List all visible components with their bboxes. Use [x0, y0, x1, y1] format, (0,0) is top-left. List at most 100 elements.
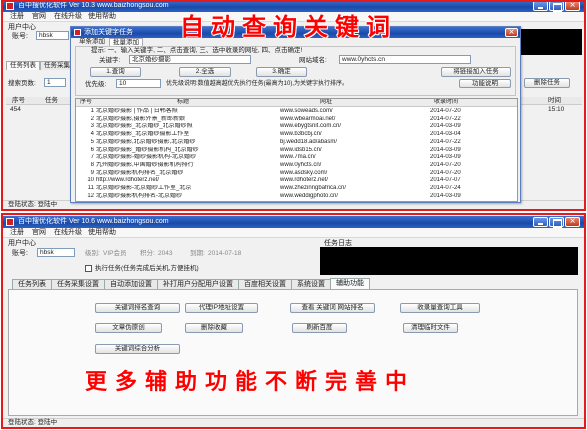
query-button[interactable]: 1.查询 [90, 67, 141, 77]
priority-description: 优先级说明:数值越高越优先执行任务(最高为10),为关键字执行排序。 [166, 81, 349, 87]
add-link-to-task-button[interactable]: 将链接加入任务 [441, 67, 511, 77]
row-title: 北京婚纱摄影 | 作品 | 日韩客照 [96, 108, 178, 114]
index-query-tool-button[interactable]: 收录量查询工具 [400, 303, 480, 313]
clear-temp-files-button[interactable]: 清理临时文件 [403, 323, 458, 333]
row-date: 2014-03-04 [430, 131, 461, 138]
article-rewrite-button[interactable]: 文章伪原创 [95, 323, 162, 333]
task-number: 454 [10, 106, 21, 113]
row-date: 2014-07-20 [430, 108, 461, 114]
row-number: 8 [90, 161, 94, 168]
row-title: 北京婚纱摄影_婚纱摄影机构_北京婚纱 [96, 146, 199, 153]
table-row[interactable]: 8 九州婚纱摄影,中国婚纱摄影机构排行 www.0yhcts.cn/ 2014-… [76, 162, 517, 170]
row-number: 3 [90, 123, 94, 130]
app-icon [6, 2, 14, 10]
close-icon[interactable] [565, 1, 580, 11]
delete-favorites-button[interactable]: 删除收藏 [185, 323, 243, 333]
menu-item-update[interactable]: 在线升级 [54, 228, 82, 238]
close-icon[interactable] [565, 217, 580, 227]
table-row[interactable]: 6 北京婚纱摄影_婚纱摄影机构_北京婚纱 www.idsb15.cn/ 2014… [76, 147, 517, 155]
row-number: 10 [87, 177, 94, 184]
help-button[interactable]: 功能说明 [459, 79, 511, 88]
account-input[interactable]: hbsk [37, 248, 75, 257]
row-title: 北京婚纱摄影机构排名-北京婚纱 [96, 192, 182, 199]
points-value: 2043 [158, 250, 173, 257]
select-all-button[interactable]: 2.全选 [179, 67, 231, 77]
row-url: www.asdsky.com/ [280, 169, 328, 176]
confirm-button[interactable]: 3.确定 [256, 67, 307, 77]
row-date: 2014-03-09 [430, 123, 461, 130]
table-row[interactable]: 9 北京婚纱摄影机构排名_北京婚纱 www.asdsky.com/ 2014-0… [76, 170, 517, 178]
table-row[interactable]: 1 北京婚纱摄影 | 作品 | 日韩客照 www.soweads.com/ 20… [76, 108, 517, 116]
table-row[interactable]: 12 北京婚纱摄影机构排名-北京婚纱 www.weddigphoto.cn/ 2… [76, 193, 517, 201]
keyword-input[interactable]: 北京婚纱摄影 [129, 55, 251, 64]
tab-auto-add-settings[interactable]: 自动添加设置 [104, 279, 158, 289]
menu-item-update[interactable]: 在线升级 [54, 12, 82, 22]
row-title: http://www.rdhoterz.net/ [96, 177, 160, 184]
row-url: www.b3bcbj.cn/ [280, 131, 322, 138]
row-title: 北京婚纱摄影,北京婚纱摄影,北京婚纱 [96, 138, 196, 145]
dialog-title: 添加关键字任务 [84, 29, 133, 36]
keyword-analysis-button[interactable]: 关键词综合分析 [95, 344, 180, 354]
menu-item-website[interactable]: 官网 [32, 12, 46, 22]
tab-baidu-settings[interactable]: 百度相关设置 [238, 279, 292, 289]
table-row[interactable]: 3 北京婚纱摄影_北京婚纱_北京婚纱照 www.ebygtsnit.com.cn… [76, 123, 517, 131]
minimize-icon[interactable] [533, 217, 548, 227]
expire-label: 到期: [190, 250, 205, 257]
tab-task-list[interactable]: 任务列表 [12, 279, 52, 289]
table-row[interactable]: 11 北京婚纱摄影-北京婚纱工作室_北京 www.zhezinngbafrica… [76, 185, 517, 193]
site-rank-button[interactable]: 查看 关键词 网站排名 [290, 303, 375, 313]
column-header-time: 时间 [548, 97, 561, 104]
menu-item-register[interactable]: 注册 [10, 12, 24, 22]
add-keyword-task-dialog: 添加关键字任务 单条添加 批量添加 提示: 一、输入关键字, 二、点击查询, 三… [70, 26, 521, 203]
row-number: 7 [90, 154, 94, 161]
tab-user-assign-settings[interactable]: 补打用户分配用户设置 [157, 279, 239, 289]
status-bar: 登陆状态: 登陆中 [3, 418, 584, 427]
window-title: 百中搜优化软件 Ver 10.3 www.baizhongsou.com [18, 2, 169, 9]
result-table: 序号 标题 网址 收录时间 1 北京婚纱摄影 | 作品 | 日韩客照 www.s… [75, 98, 518, 202]
row-title: 北京婚纱摄影,摄影外景_新郎新娘 [96, 115, 186, 122]
row-date: 2014-07-24 [430, 185, 461, 191]
tab-task-list[interactable]: 任务列表 [6, 61, 40, 70]
menu-item-help[interactable]: 使用帮助 [88, 228, 116, 238]
login-status: 登陆状态: 登陆中 [8, 419, 58, 426]
row-title: 九州婚纱摄影,中国婚纱摄影机构排行 [96, 161, 194, 168]
row-date: 2014-03-09 [430, 154, 461, 161]
user-center-label: 用户中心 [8, 240, 36, 247]
bottom-screenshot: 百中搜优化软件 Ver 10.6 www.baizhongsou.com 注册 … [0, 213, 587, 430]
table-row[interactable]: 4 北京婚纱摄影_北京婚纱摄影工作室 www.b3bcbj.cn/ 2014-0… [76, 131, 517, 139]
tab-task-collect-settings[interactable]: 任务采集设置 [51, 279, 105, 289]
tab-system-settings[interactable]: 系统设置 [291, 279, 331, 289]
priority-input[interactable]: 10 [116, 79, 161, 88]
delete-task-button[interactable]: 删除任务 [524, 78, 570, 88]
domain-input[interactable]: www.0yhcts.cn [339, 55, 471, 64]
account-label: 账号: [12, 33, 28, 40]
points-label: 积分: [140, 250, 155, 257]
close-icon[interactable] [505, 28, 518, 38]
proxy-ip-settings-button[interactable]: 代理IP地址设置 [185, 303, 258, 313]
table-row[interactable]: 10 http://www.rdhoterz.net/ www.rdhoterz… [76, 177, 517, 185]
table-row[interactable]: 2 北京婚纱摄影,摄影外景_新郎新娘 www.wbearmoai.net/ 20… [76, 116, 517, 124]
menu-item-register[interactable]: 注册 [10, 228, 24, 238]
login-status: 登陆状态: 登陆中 [8, 201, 58, 208]
minimize-icon[interactable] [533, 1, 548, 11]
tab-auxiliary-functions[interactable]: 辅助功能 [330, 278, 370, 289]
menu-item-help[interactable]: 使用帮助 [88, 12, 116, 22]
row-number: 1 [90, 108, 94, 114]
window-title: 百中搜优化软件 Ver 10.6 www.baizhongsou.com [18, 218, 169, 225]
keyword-rank-query-button[interactable]: 关键词排名查询 [95, 303, 180, 313]
table-row[interactable]: 5 北京婚纱摄影,北京婚纱摄影,北京婚纱 bj.wedd18.ad/abasm/… [76, 139, 517, 147]
menu-item-website[interactable]: 官网 [32, 228, 46, 238]
maximize-icon[interactable] [549, 1, 564, 12]
table-row[interactable]: 7 北京婚纱摄影-婚纱摄影机构-北京婚纱 www.7ma.cn/ 2014-03… [76, 154, 517, 162]
row-number: 2 [90, 115, 94, 122]
row-number: 11 [87, 185, 94, 191]
auto-shutdown-checkbox[interactable] [85, 265, 92, 272]
maximize-icon[interactable] [549, 217, 564, 228]
row-url: www.0yhcts.cn/ [280, 161, 322, 168]
account-input[interactable]: hbsk [36, 31, 69, 40]
column-header-date: 收录时间 [434, 99, 459, 105]
refresh-baidu-button[interactable]: 刷新百度 [292, 323, 347, 333]
row-title: 北京婚纱摄影_北京婚纱摄影工作室 [96, 131, 190, 138]
row-date: 2014-07-07 [430, 177, 461, 184]
search-pages-input[interactable]: 1 [44, 78, 66, 87]
